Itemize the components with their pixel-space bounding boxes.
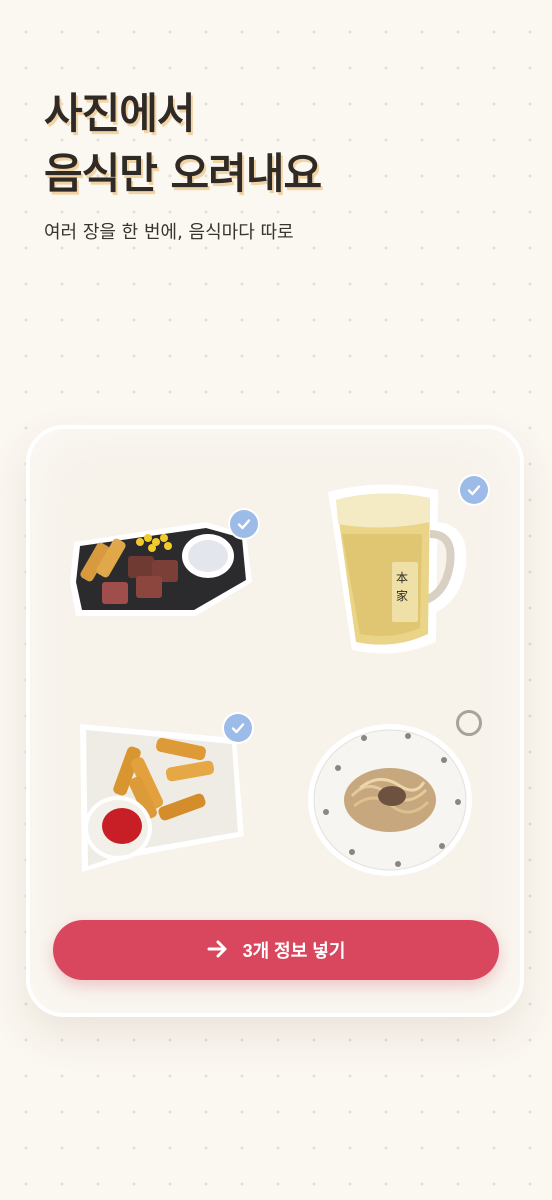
headline-line-1: 사진에서 bbox=[44, 89, 196, 138]
add-info-button[interactable]: 3개 정보 넣기 bbox=[53, 920, 499, 980]
food-item-fried-rolls[interactable] bbox=[76, 714, 260, 874]
hero-headline: 사진에서 음식만 오려내요 bbox=[44, 84, 322, 204]
selection-circle-icon[interactable] bbox=[456, 710, 482, 736]
selection-check-icon[interactable] bbox=[230, 510, 258, 538]
food-item-pasta[interactable] bbox=[308, 708, 488, 878]
food-item-steak[interactable] bbox=[66, 510, 258, 624]
selection-check-icon[interactable] bbox=[224, 714, 252, 742]
highball-glass-image: 本 家 bbox=[328, 484, 467, 654]
selection-check-icon[interactable] bbox=[460, 476, 488, 504]
steak-plate-image bbox=[70, 522, 252, 616]
hero-subtitle: 여러 장을 한 번에, 음식마다 따로 bbox=[44, 222, 294, 243]
add-info-button-label: 3개 정보 넣기 bbox=[242, 941, 346, 961]
arrow-right-icon bbox=[207, 940, 229, 961]
svg-text:家: 家 bbox=[396, 588, 408, 603]
headline-line-2: 음식만 오려내요 bbox=[44, 149, 322, 198]
food-item-highball[interactable]: 本 家 bbox=[322, 476, 492, 662]
svg-text:本: 本 bbox=[396, 571, 408, 585]
